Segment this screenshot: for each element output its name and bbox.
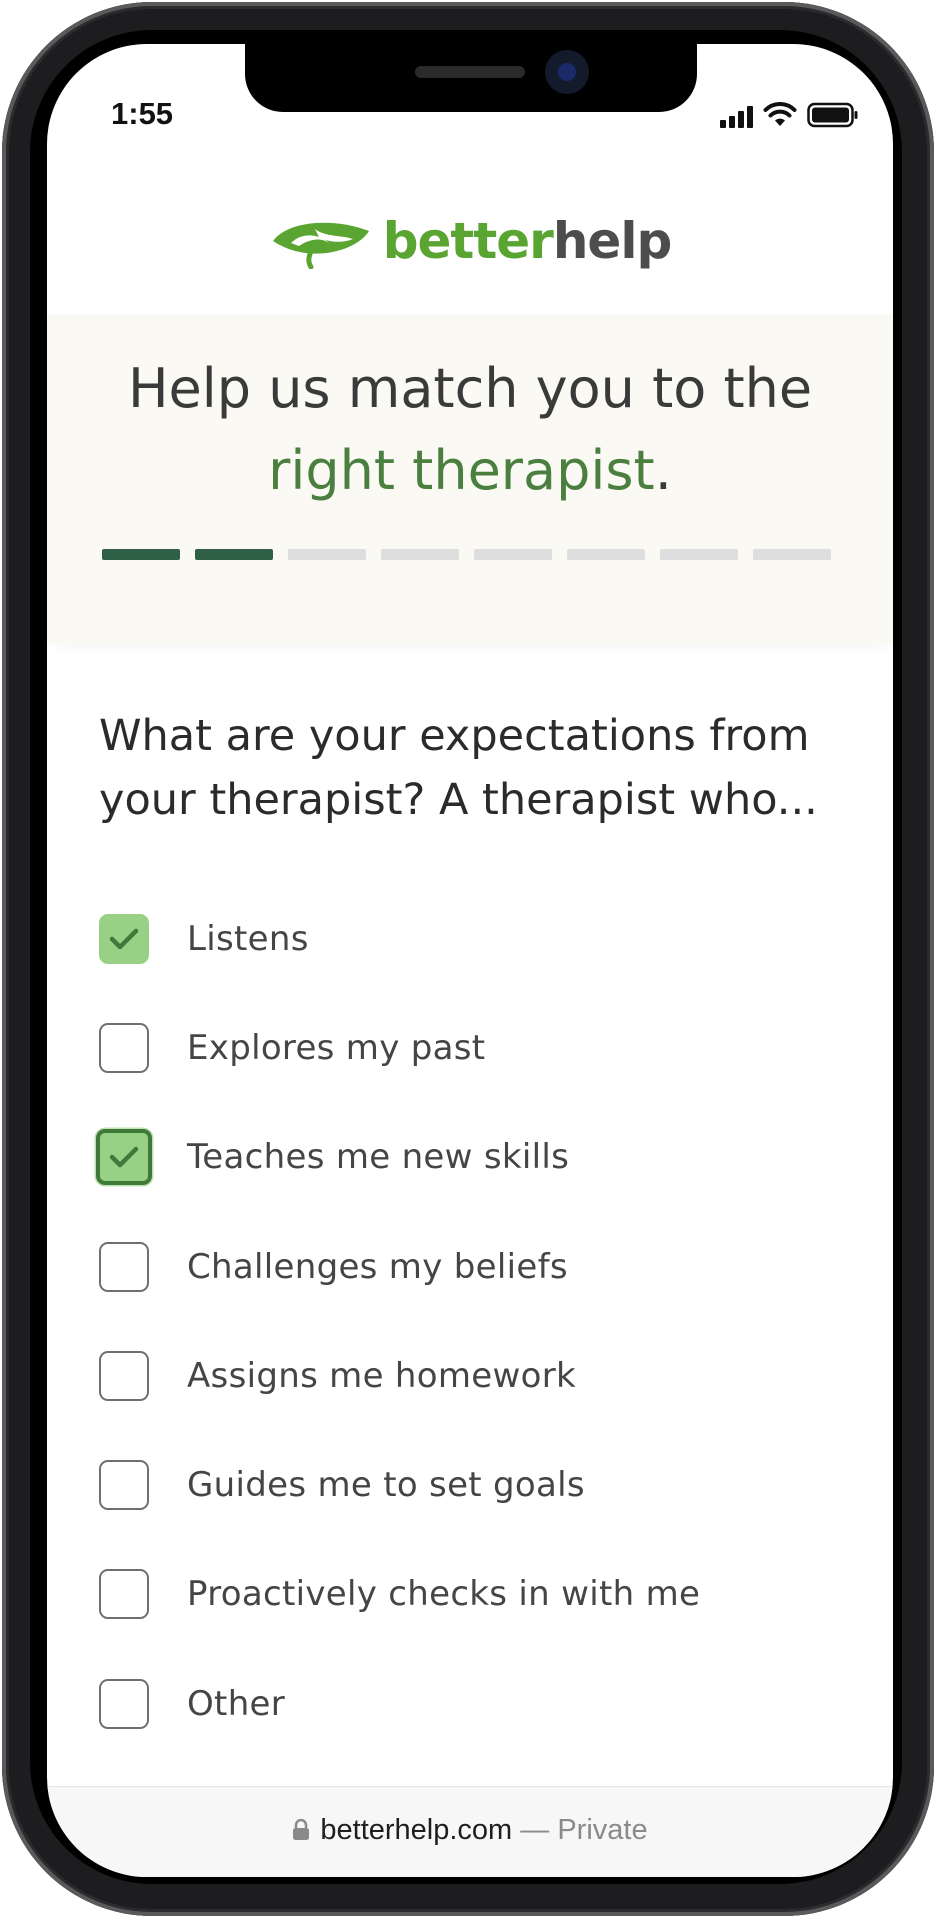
option-checkbox[interactable] — [99, 1460, 149, 1511]
progress-step-pending — [660, 549, 738, 560]
progress-step-pending — [381, 549, 459, 560]
status-time: 1:55 — [111, 96, 174, 131]
option-row[interactable]: Guides me to set goals — [99, 1430, 839, 1539]
option-label: Explores my past — [187, 1027, 486, 1068]
option-label: Guides me to set goals — [187, 1465, 585, 1506]
logo-better: better — [382, 212, 554, 270]
option-label: Listens — [187, 918, 309, 959]
progress-step-complete — [102, 549, 180, 560]
progress-step-pending — [474, 549, 552, 560]
checkmark-icon — [109, 928, 139, 949]
url-display[interactable]: betterhelp.com — Private — [47, 1814, 893, 1847]
options-list: Listens Explores my past Teaches me new sk… — [96, 884, 839, 1868]
option-checkbox[interactable] — [96, 1129, 152, 1186]
progress-step-pending — [753, 549, 831, 560]
betterhelp-hands-icon — [272, 222, 369, 269]
battery-icon — [807, 102, 858, 128]
hero-title-accent: right therapist — [268, 439, 655, 502]
front-camera — [545, 50, 589, 94]
progress-step-pending — [567, 549, 645, 560]
option-row[interactable]: Proactively checks in with me — [99, 1540, 839, 1649]
checkmark-icon — [109, 1146, 139, 1168]
option-label: Challenges my beliefs — [187, 1246, 568, 1287]
betterhelp-logo[interactable]: betterhelp — [382, 212, 673, 270]
hero-banner: Help us match you to the right therapist… — [47, 314, 893, 644]
option-label: Other — [187, 1683, 286, 1724]
hero-title-end: . — [654, 439, 672, 502]
lock-icon — [293, 1819, 310, 1840]
wifi-icon — [763, 102, 797, 126]
option-row[interactable]: Explores my past — [99, 993, 839, 1102]
progress-bar — [102, 549, 831, 560]
option-label: Teaches me new skills — [187, 1137, 570, 1178]
option-row[interactable]: Other — [99, 1649, 839, 1758]
browsing-mode: Private — [557, 1814, 648, 1846]
option-label: Proactively checks in with me — [187, 1574, 701, 1615]
option-checkbox[interactable] — [99, 1241, 149, 1292]
option-row[interactable]: Challenges my beliefs — [99, 1212, 839, 1321]
option-checkbox[interactable] — [99, 1022, 149, 1073]
site-header: betterhelp — [47, 166, 893, 316]
option-label: Assigns me homework — [187, 1355, 576, 1396]
browser-address-bar[interactable]: betterhelp.com — Private — [47, 1786, 893, 1877]
option-row[interactable]: Teaches me new skills — [96, 1103, 839, 1212]
question-text: What are your expectations from your the… — [99, 711, 818, 825]
url-text: betterhelp.com — [320, 1814, 513, 1846]
speaker-grille — [415, 66, 525, 78]
hero-title: Help us match you to the right therapist… — [47, 348, 893, 512]
option-checkbox[interactable] — [99, 1350, 149, 1401]
option-checkbox[interactable] — [99, 913, 149, 964]
option-checkbox[interactable] — [99, 1678, 149, 1729]
notch — [245, 44, 697, 112]
logo-help: help — [552, 212, 672, 270]
screen: 1:55 betterhelp Help us match you to the… — [47, 44, 893, 1877]
cellular-signal-icon — [720, 106, 753, 128]
option-checkbox[interactable] — [99, 1569, 149, 1620]
status-icons — [720, 100, 859, 128]
option-row[interactable]: Assigns me homework — [99, 1321, 839, 1430]
hero-title-line1: Help us match you to the — [127, 357, 813, 420]
url-separator: — — [520, 1814, 550, 1846]
progress-step-complete — [195, 549, 273, 560]
option-row[interactable]: Listens — [99, 884, 839, 993]
progress-step-pending — [288, 549, 366, 560]
